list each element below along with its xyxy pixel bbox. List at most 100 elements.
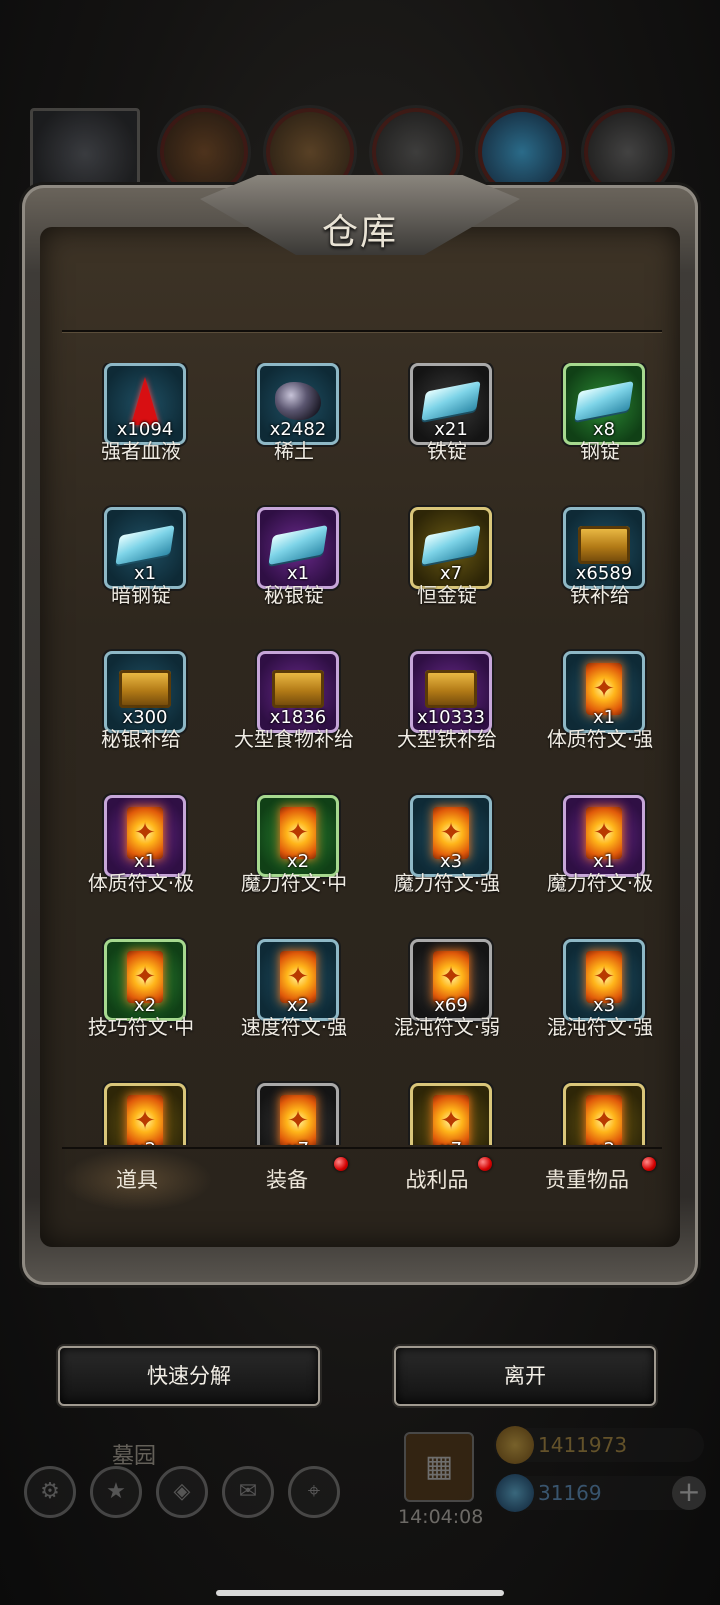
map-icon[interactable]: ⌖ [288,1466,340,1518]
item-name: 恒金锭 [417,583,477,607]
item-name: 体质符文·强 [546,727,654,751]
item-slot[interactable]: x7 [410,507,492,589]
item-slot[interactable]: ✦x2 [104,939,186,1021]
item-cell[interactable]: ✦ x1 体质符文·极 [66,795,216,935]
item-slot[interactable]: x1 [257,507,339,589]
item-slot[interactable]: ✦x2 [257,939,339,1021]
gold-amount: 1411973 [538,1433,628,1457]
item-slot[interactable]: ✦ x69 [410,939,492,1021]
item-name: 铁补给 [570,583,630,607]
item-cell[interactable]: x1 秘银锭 [219,507,369,647]
item-cell[interactable]: ✦ x2 速度符文·强 [219,939,369,1079]
item-cell[interactable]: ✦x2 [66,1083,216,1145]
item-name: 魔力符文·极 [546,871,654,895]
rune-icon: ✦ [433,1094,469,1145]
item-cell[interactable]: ✦x2 [525,1083,666,1145]
item-cell[interactable]: x7 恒金锭 [372,507,522,647]
item-slot[interactable]: ✦x2 [563,1083,645,1145]
item-cell[interactable]: ✦ x69 混沌符文·弱 [372,939,522,1079]
add-currency-plus-icon[interactable]: + [672,1476,706,1510]
item-slot[interactable]: x6589 [563,507,645,589]
panel-title: 仓库 [321,212,398,253]
item-cell[interactable]: x8 钢锭 [525,363,666,503]
tab-equipment[interactable]: 装备 [212,1149,362,1211]
item-slot[interactable]: ✦ x3 [410,795,492,877]
item-slot[interactable]: ✦ x1 [563,795,645,877]
item-slot[interactable]: x8 [563,363,645,445]
item-name: 混沌符文·强 [546,1015,654,1039]
item-cell[interactable]: ✦x7 [372,1083,522,1145]
item-cell[interactable]: x300 秘银补给 [66,651,216,791]
notification-dot-icon [478,1157,492,1171]
notification-dot-icon [642,1157,656,1171]
warehouse-panel: 仓库 x1094 强者血液 x2482 稀土 x21 铁锭 x8 钢锭 x1 暗钢锭 x1 秘银锭 x7… [22,175,698,1285]
tab-valuables[interactable]: 贵重物品 [512,1149,662,1211]
item-cell[interactable]: x1094 强者血液 [66,363,216,503]
gem-icon [496,1474,534,1512]
item-slot[interactable]: ✦x7 [257,1083,339,1145]
item-quantity: x7 [413,1139,489,1145]
gem-amount: 31169 [538,1481,602,1505]
supply-crate-icon [272,669,324,708]
quick-disassemble-button[interactable]: 快速分解 [58,1346,320,1406]
item-slot[interactable]: x1094 [104,363,186,445]
item-name: 秘银锭 [264,583,324,607]
home-indicator[interactable] [216,1590,504,1596]
gold-coin-icon [496,1426,534,1464]
item-cell[interactable]: ✦x7 [219,1083,369,1145]
item-slot[interactable]: ✦x2 [257,795,339,877]
item-cell[interactable]: x1 暗钢锭 [66,507,216,647]
item-slot[interactable]: ✦ x3 [563,939,645,1021]
item-cell[interactable]: ✦ x2 技巧符文·中 [66,939,216,1079]
item-cell[interactable]: x2482 稀土 [219,363,369,503]
item-cell[interactable]: ✦ x2 魔力符文·中 [219,795,369,935]
supply-crate-icon [119,669,171,708]
item-grid[interactable]: x1094 强者血液 x2482 稀土 x21 铁锭 x8 钢锭 x1 暗钢锭 x1 秘银锭 x7 恒金锭… [66,363,666,1145]
item-name: 强者血液 [101,439,181,463]
item-quantity: x2 [107,1139,183,1145]
item-cell[interactable]: ✦ x3 混沌符文·强 [525,939,666,1079]
tab-items[interactable]: 道具 [62,1149,212,1211]
skills-icon[interactable]: ◈ [156,1466,208,1518]
item-slot[interactable]: x21 [410,363,492,445]
item-cell[interactable]: ✦ x3 魔力符文·强 [372,795,522,935]
rune-icon: ✦ [280,1094,316,1145]
item-name: 技巧符文·中 [87,1015,195,1039]
item-slot[interactable]: ✦ x1 [104,795,186,877]
item-slot[interactable]: x1836 [257,651,339,733]
item-cell[interactable]: x21 铁锭 [372,363,522,503]
item-slot[interactable]: ✦ x1 [563,651,645,733]
item-name: 暗钢锭 [111,583,171,607]
item-cell[interactable]: x1836 大型食物补给 [219,651,369,791]
leave-button[interactable]: 离开 [394,1346,656,1406]
item-slot[interactable]: ✦x7 [410,1083,492,1145]
item-cell[interactable]: ✦ x1 体质符文·强 [525,651,666,791]
iron-resource-icon [584,108,672,196]
mail-icon[interactable]: ✉ [222,1466,274,1518]
settings-gear-icon[interactable]: ⚙ [24,1466,76,1518]
crystal-resource-icon [478,108,566,196]
ingot-icon [268,524,328,566]
hero-icon[interactable]: ★ [90,1466,142,1518]
item-slot[interactable]: ✦x2 [104,1083,186,1145]
gift-box-icon[interactable]: ▦ [404,1432,474,1502]
category-tabs: 道具 装备 战利品 贵重物品 [62,1147,662,1211]
item-quantity: x2 [566,1139,642,1145]
item-cell[interactable]: x10333 大型铁补给 [372,651,522,791]
item-cell[interactable]: x6589 铁补给 [525,507,666,647]
item-name: 魔力符文·强 [393,871,501,895]
item-slot[interactable]: x300 [104,651,186,733]
item-name: 稀土 [274,439,314,463]
blood-drop-icon [131,376,159,425]
ingot-icon [421,524,481,566]
item-name: 体质符文·极 [87,871,195,895]
item-cell[interactable]: ✦ x1 魔力符文·极 [525,795,666,935]
tab-label: 贵重物品 [545,1168,629,1192]
ore-icon [275,381,321,420]
bottom-hud: 墓园 ⚙ ★ ◈ ✉ ⌖ ▦ 14:04:08 1411973 31169 + [0,1410,720,1580]
item-name: 钢锭 [580,439,620,463]
tab-loot[interactable]: 战利品 [362,1149,512,1211]
item-slot[interactable]: x2482 [257,363,339,445]
item-slot[interactable]: x10333 [410,651,492,733]
item-slot[interactable]: x1 [104,507,186,589]
